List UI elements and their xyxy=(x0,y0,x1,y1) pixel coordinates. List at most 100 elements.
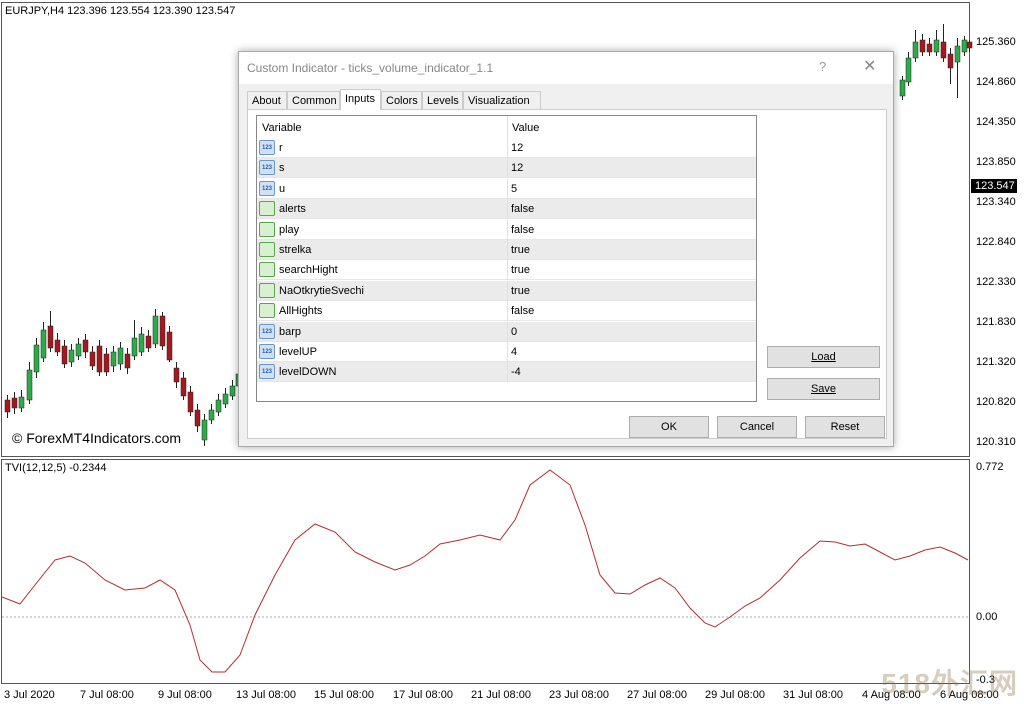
input-value[interactable]: true xyxy=(511,285,530,297)
tab-about[interactable]: About xyxy=(247,91,287,109)
cell-divider xyxy=(507,138,508,158)
save-button[interactable]: Save xyxy=(767,378,880,400)
tab-colors[interactable]: Colors xyxy=(381,91,422,109)
candle-body xyxy=(103,353,110,373)
reset-button[interactable]: Reset xyxy=(805,416,885,438)
candle-body xyxy=(933,39,940,53)
input-variable-name: AllHights xyxy=(279,305,323,318)
site-logo-watermark: 518外汇网 xyxy=(881,668,1018,699)
input-value[interactable]: false xyxy=(511,224,534,236)
input-row[interactable]: searchHight true xyxy=(257,260,756,281)
column-variable: Variable xyxy=(262,122,302,134)
candle-body xyxy=(208,409,215,421)
input-value[interactable]: 12 xyxy=(511,162,523,174)
candle-body xyxy=(905,57,912,83)
candle-body xyxy=(82,339,89,353)
price-tick-label: 123.850 xyxy=(976,156,1016,168)
candle-body xyxy=(11,397,18,409)
candle-body xyxy=(152,315,159,345)
grid-header: Variable Value xyxy=(257,116,756,138)
number-icon: 123 xyxy=(259,364,275,380)
close-icon[interactable]: ✕ xyxy=(863,56,876,76)
candle-body xyxy=(47,325,54,349)
price-tick-label: 121.320 xyxy=(976,356,1016,368)
cancel-button[interactable]: Cancel xyxy=(717,416,797,438)
input-value[interactable]: true xyxy=(511,264,530,276)
input-variable-name: searchHight xyxy=(279,264,338,277)
candle-body xyxy=(117,347,124,365)
input-value[interactable]: false xyxy=(511,203,534,215)
input-row[interactable]: NaOtkrytieSvechi true xyxy=(257,280,756,301)
candle-body xyxy=(954,45,961,63)
candle-body xyxy=(187,391,194,413)
indicator-tick-label: 0.772 xyxy=(976,461,1004,473)
inputs-grid[interactable]: Variable Value 123 r 12 123 s 12 123 u 5 alerts fa… xyxy=(256,115,757,402)
help-icon[interactable]: ? xyxy=(819,59,826,74)
tab-levels[interactable]: Levels xyxy=(422,91,463,109)
load-button-label: Load xyxy=(811,351,836,363)
tab-inputs[interactable]: Inputs xyxy=(340,89,381,110)
candle-body xyxy=(166,331,173,361)
input-value[interactable]: 12 xyxy=(511,142,523,154)
candle-body xyxy=(215,399,222,413)
input-row[interactable]: strelka true xyxy=(257,240,756,260)
input-value[interactable]: 5 xyxy=(511,183,517,195)
candle-body xyxy=(966,41,973,49)
input-variable-name: r xyxy=(279,142,283,154)
date-tick-label: 7 Jul 08:00 xyxy=(80,689,134,701)
boolean-icon xyxy=(259,282,275,298)
input-row[interactable]: AllHights false xyxy=(257,301,756,322)
date-tick-label: 21 Jul 08:00 xyxy=(471,689,531,701)
date-tick-label: 17 Jul 08:00 xyxy=(393,689,453,701)
cell-divider xyxy=(507,199,508,220)
current-price-badge: 123.547 xyxy=(971,179,1017,193)
input-value[interactable]: 0 xyxy=(511,326,517,338)
candle-body xyxy=(173,367,180,383)
input-row[interactable]: alerts false xyxy=(257,199,756,220)
input-row[interactable]: 123 levelDOWN -4 xyxy=(257,362,756,383)
candle-body xyxy=(68,349,75,363)
save-button-label: Save xyxy=(810,383,837,395)
cell-divider xyxy=(507,240,508,260)
input-variable-name: u xyxy=(279,182,286,195)
input-row[interactable]: 123 levelUP 4 xyxy=(257,342,756,362)
candle-body xyxy=(4,399,11,413)
input-row[interactable]: 123 s 12 xyxy=(257,158,756,179)
number-icon: 123 xyxy=(259,344,275,359)
cell-divider xyxy=(507,362,508,383)
tab-common[interactable]: Common xyxy=(287,91,340,109)
price-tick-label: 121.830 xyxy=(976,316,1016,328)
input-value[interactable]: false xyxy=(511,305,534,317)
tab-visualization[interactable]: Visualization xyxy=(463,91,541,109)
boolean-icon xyxy=(259,242,275,257)
candle-body xyxy=(229,385,236,397)
dialog-titlebar[interactable]: Custom Indicator - ticks_volume_indicato… xyxy=(239,52,893,84)
input-row[interactable]: play false xyxy=(257,219,756,240)
input-row[interactable]: 123 r 12 xyxy=(257,138,756,158)
price-tick-label: 122.330 xyxy=(976,276,1016,288)
cell-divider xyxy=(507,219,508,240)
price-tick-label: 123.340 xyxy=(976,196,1016,208)
input-value[interactable]: 4 xyxy=(511,346,517,358)
input-row[interactable]: 123 u 5 xyxy=(257,178,756,199)
input-value[interactable]: -4 xyxy=(511,366,521,378)
input-value[interactable]: true xyxy=(511,244,530,256)
cell-divider xyxy=(507,301,508,322)
ok-button[interactable]: OK xyxy=(629,416,709,438)
indicator-dialog: Custom Indicator - ticks_volume_indicato… xyxy=(238,51,894,447)
input-variable-name: strelka xyxy=(279,244,312,256)
date-tick-label: 15 Jul 08:00 xyxy=(314,689,374,701)
input-row[interactable]: 123 barp 0 xyxy=(257,321,756,342)
candle-body xyxy=(159,315,166,347)
column-divider[interactable] xyxy=(507,116,508,138)
candle-body xyxy=(61,345,68,365)
number-icon: 123 xyxy=(259,323,275,339)
column-value: Value xyxy=(512,122,540,134)
load-button[interactable]: Load xyxy=(767,346,880,368)
number-icon: 123 xyxy=(259,160,275,176)
price-tick-label: 124.350 xyxy=(976,116,1016,128)
candle-body xyxy=(201,419,208,441)
boolean-icon xyxy=(259,303,275,319)
candle-body xyxy=(131,337,138,357)
number-icon: 123 xyxy=(259,140,275,155)
